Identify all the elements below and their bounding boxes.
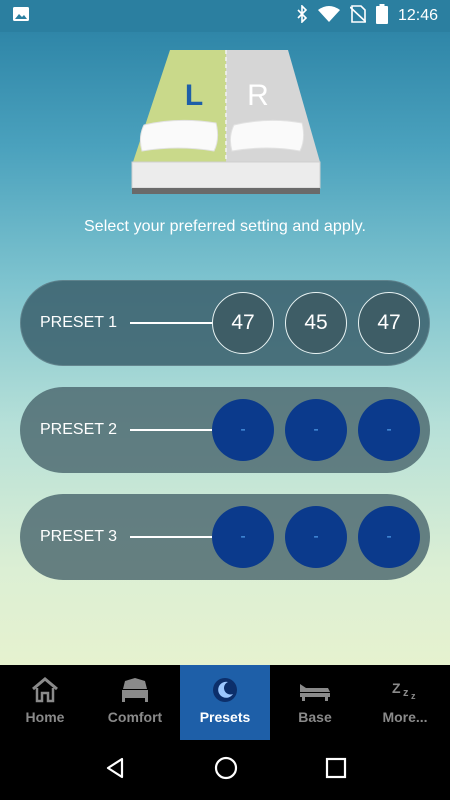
preset-value-middle[interactable]: 45: [285, 292, 347, 354]
tab-base[interactable]: Base: [270, 665, 360, 740]
instruction-text: Select your preferred setting and apply.: [83, 218, 367, 235]
wifi-icon: [317, 5, 340, 27]
home-icon: [30, 675, 60, 705]
recents-icon[interactable]: [325, 757, 347, 784]
home-circle-icon[interactable]: [213, 755, 239, 786]
adjustable-base-icon: [298, 675, 332, 705]
tab-label: Home: [25, 709, 65, 725]
tab-more[interactable]: Zzz More...: [360, 665, 450, 740]
image-icon: [12, 5, 30, 28]
status-time: 12:46: [397, 7, 438, 24]
tab-presets[interactable]: Presets: [180, 665, 270, 740]
preset-value-middle[interactable]: -: [285, 506, 347, 568]
svg-text:z: z: [411, 691, 416, 701]
bed-right-label: R: [247, 79, 269, 112]
preset-row-1[interactable]: PRESET 1 47 45 47: [20, 280, 430, 366]
preset-value-left[interactable]: -: [212, 399, 274, 461]
moon-icon: [211, 675, 239, 705]
preset-value-left[interactable]: 47: [212, 292, 274, 354]
battery-icon: [375, 3, 388, 29]
preset-row-2[interactable]: PRESET 2 - - -: [20, 387, 430, 473]
preset-label: PRESET 1: [40, 314, 118, 331]
preset-connector-line: [130, 322, 225, 324]
tab-comfort[interactable]: Comfort: [90, 665, 180, 740]
svg-text:Z: Z: [392, 680, 401, 696]
tab-label: Presets: [199, 709, 251, 725]
tab-home[interactable]: Home: [0, 665, 90, 740]
preset-value-right[interactable]: 47: [358, 292, 420, 354]
back-icon[interactable]: [103, 756, 127, 785]
presets-screen: L R Select your preferred setting and ap…: [0, 32, 450, 665]
system-nav-bar: [0, 740, 450, 800]
preset-connector-line: [130, 429, 225, 431]
tab-label: Base: [298, 709, 332, 725]
tab-label: More...: [382, 709, 428, 725]
bottom-tab-bar: Home Comfort Presets Base Zzz More...: [0, 665, 450, 740]
bed-comfort-icon: [119, 675, 151, 705]
preset-label: PRESET 2: [40, 421, 118, 438]
svg-text:z: z: [403, 687, 409, 699]
no-sim-icon: [349, 4, 367, 28]
preset-label: PRESET 3: [40, 528, 118, 545]
preset-value-right[interactable]: -: [358, 399, 420, 461]
preset-value-left[interactable]: -: [212, 506, 274, 568]
sleep-zzz-icon: Zzz: [390, 675, 420, 705]
preset-value-middle[interactable]: -: [285, 399, 347, 461]
preset-value-right[interactable]: -: [358, 506, 420, 568]
status-bar: 12:46: [0, 0, 450, 32]
bluetooth-icon: [296, 3, 308, 28]
preset-row-3[interactable]: PRESET 3 - - -: [20, 494, 430, 580]
bed-left-label: L: [185, 79, 203, 112]
bed-illustration: L R: [128, 47, 324, 197]
preset-connector-line: [130, 536, 225, 538]
tab-label: Comfort: [107, 709, 163, 725]
